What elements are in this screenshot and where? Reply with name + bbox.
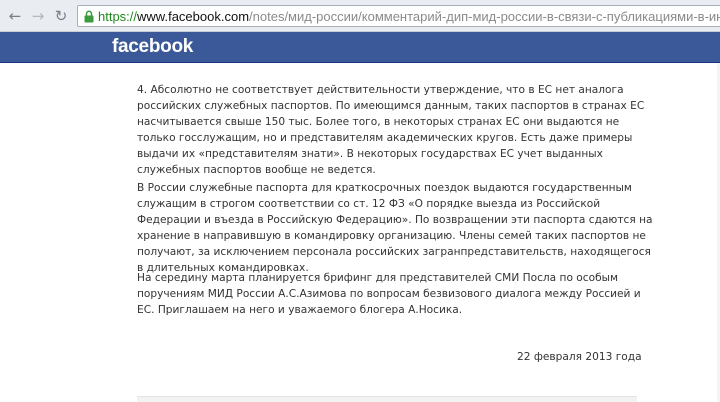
note-content: 4. Абсолютно не соответствует действител… [0,63,720,402]
note-paragraph: 4. Абсолютно не соответствует действител… [137,84,645,176]
note-paragraph: На середину марта планируется брифинг дл… [137,272,641,316]
note-date: 22 февраля 2013 года [517,351,642,363]
forward-arrow-icon[interactable]: → [29,7,47,25]
url-host: www.facebook.com [137,9,250,24]
comment-box-edge [137,396,637,402]
url-scheme: https:// [98,9,138,24]
url-text: https://www.facebook.com/notes/мид-росси… [98,9,720,24]
facebook-logo[interactable]: facebook [112,36,193,58]
lock-icon [84,10,94,23]
browser-toolbar: ← → ↻ https://www.facebook.com/notes/мид… [0,0,720,32]
url-path: /notes/мид-россии/комментарий-дип-мид-ро… [249,9,720,24]
back-arrow-icon[interactable]: ← [6,7,24,25]
reload-icon[interactable]: ↻ [52,7,70,25]
facebook-header: facebook [0,32,720,63]
address-bar[interactable]: https://www.facebook.com/notes/мид-росси… [77,5,720,27]
previous-text-fragment [137,63,437,67]
note-paragraph: В России служебные паспорта для краткоср… [137,182,653,274]
